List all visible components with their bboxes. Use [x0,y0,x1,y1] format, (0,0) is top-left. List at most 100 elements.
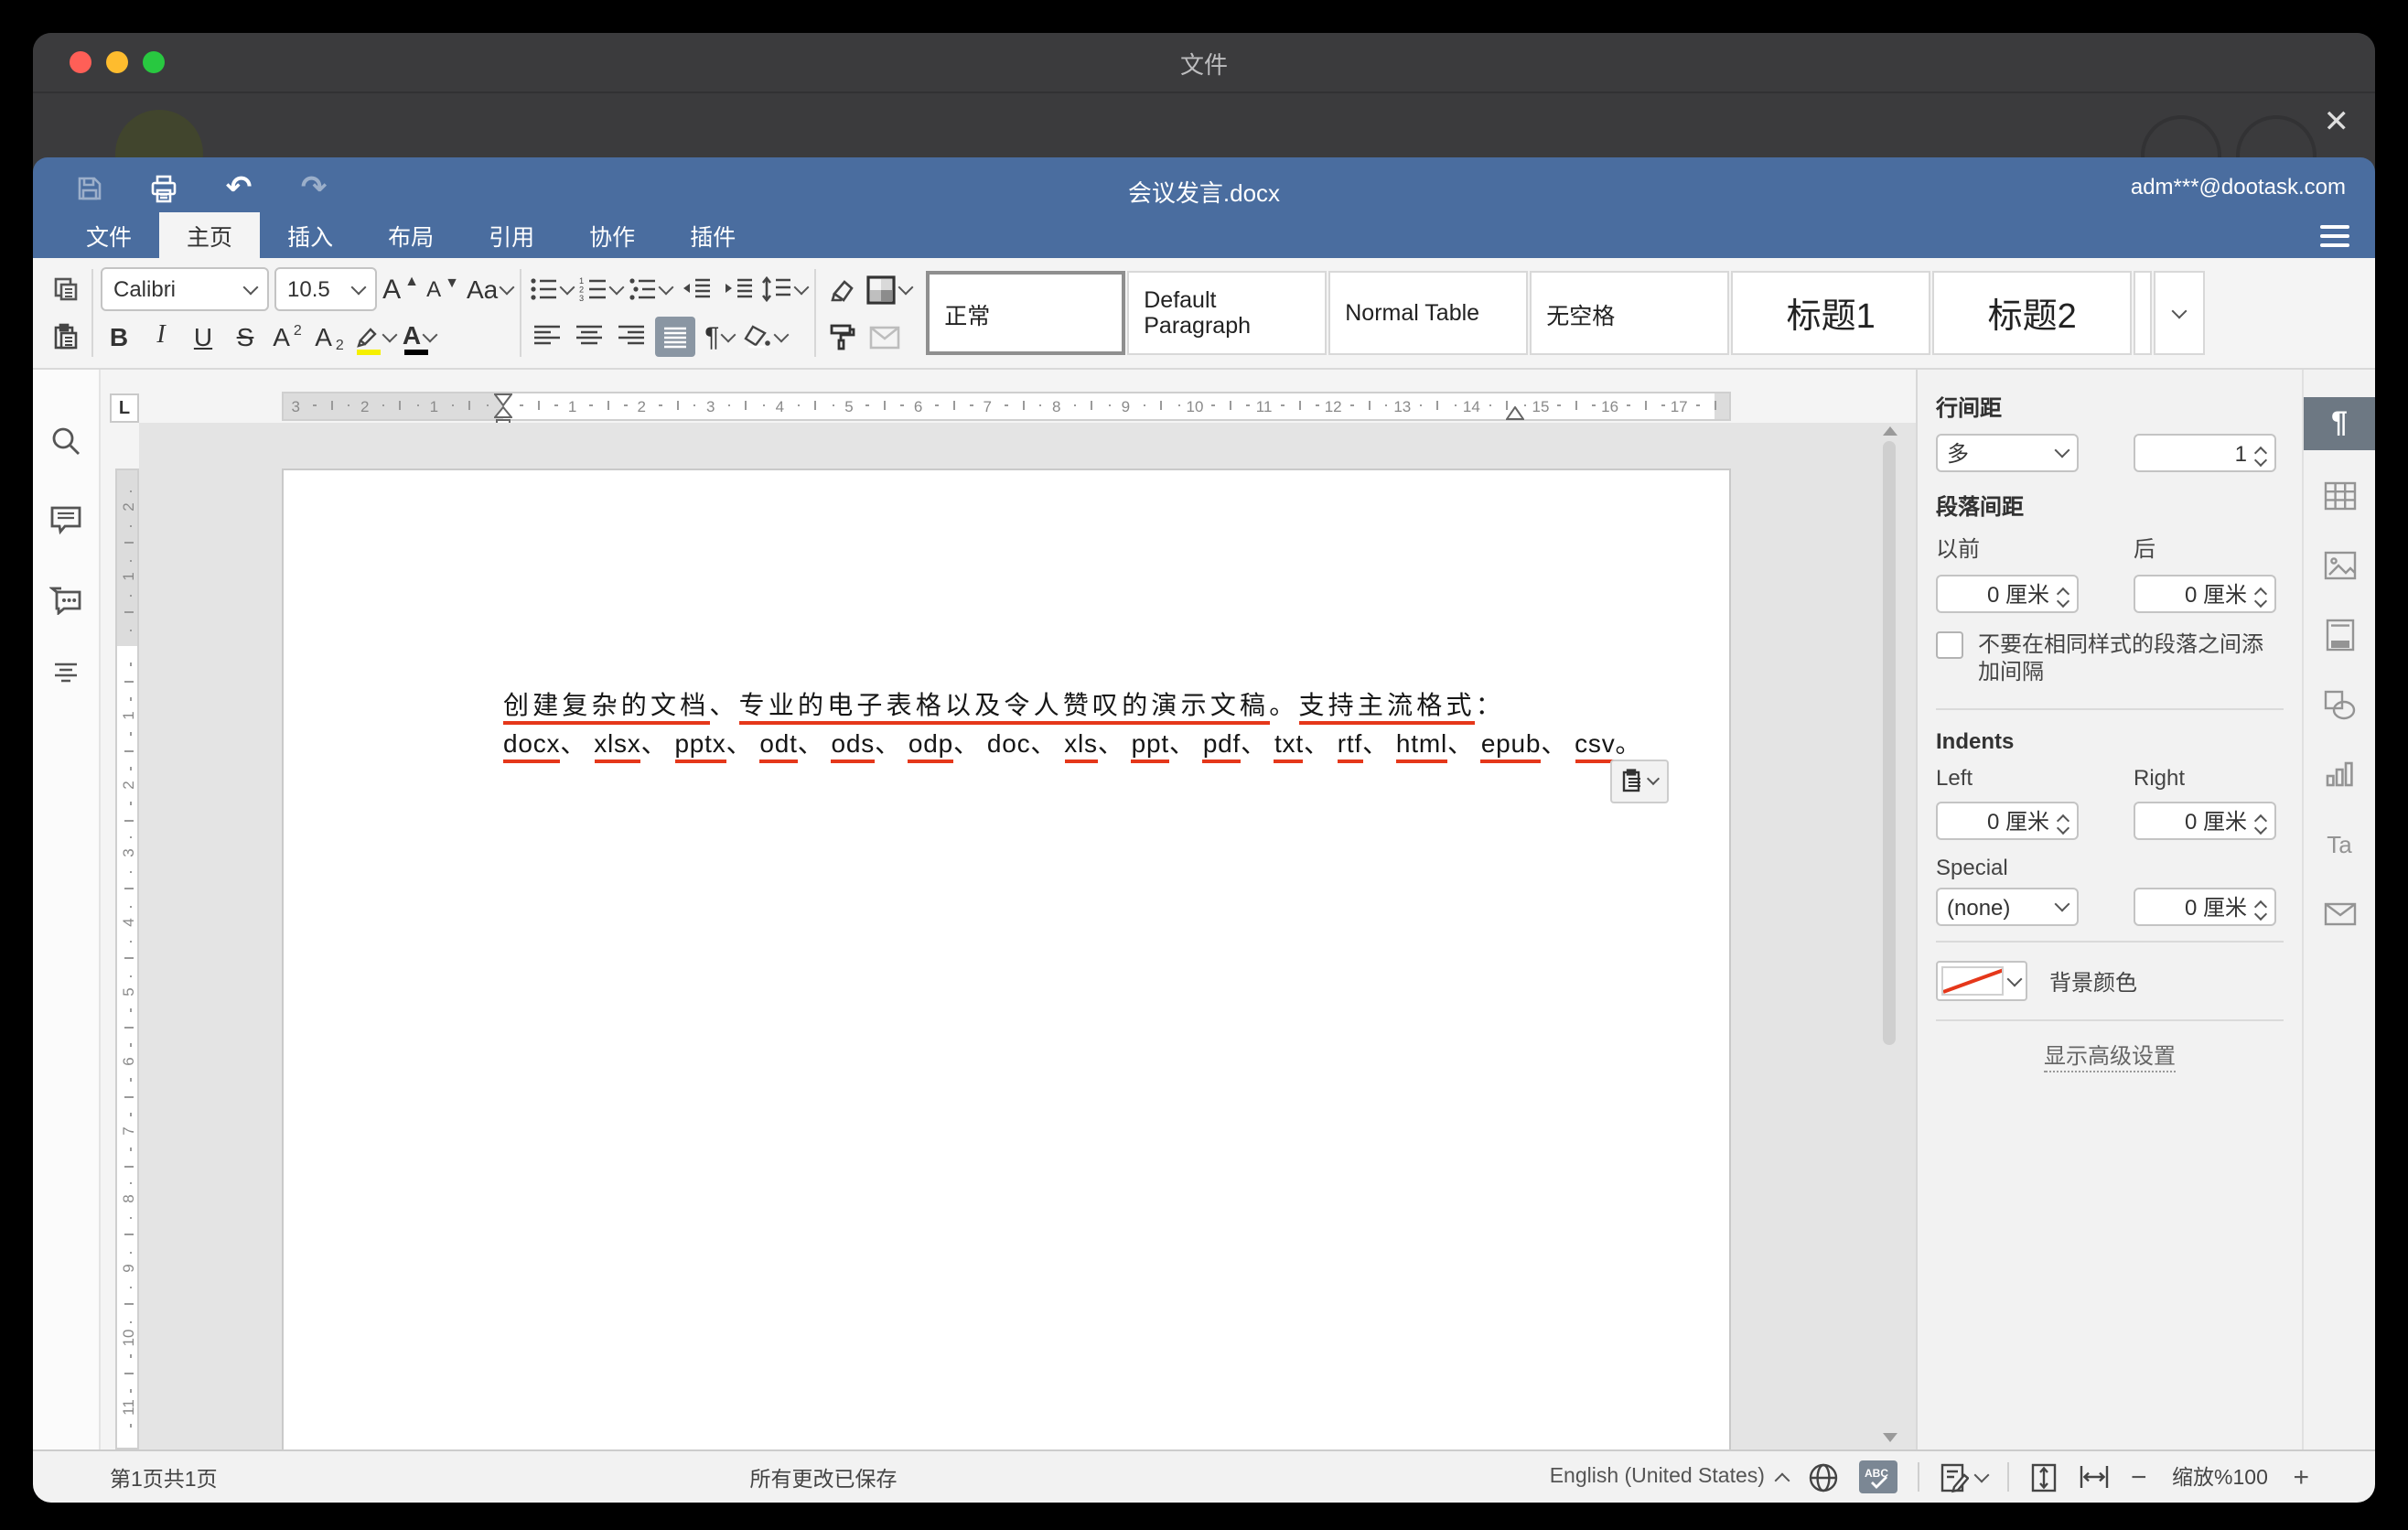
shading-button[interactable] [743,317,787,357]
scroll-down-icon[interactable] [1883,1433,1897,1442]
nonprinting-characters-button[interactable]: ¶ [701,317,737,357]
vertical-ruler[interactable]: 211234567891011 [115,469,139,1449]
line-spacing-button[interactable] [761,269,807,309]
paste-button[interactable] [48,317,84,357]
right-indent-marker[interactable] [1506,406,1524,421]
copy-style-button[interactable] [823,317,860,357]
align-right-button[interactable] [613,317,650,357]
search-icon[interactable] [49,425,82,458]
subscript-button[interactable]: A2 [311,317,348,357]
style-normal-table[interactable]: Normal Table [1328,271,1528,355]
borders-button[interactable] [865,269,911,309]
paragraph-settings-tab[interactable]: ¶ [2304,397,2375,450]
superscript-button[interactable]: A2 [269,317,306,357]
vertical-scrollbar[interactable] [1877,423,1901,1449]
image-settings-tab[interactable] [2304,531,2375,600]
header-footer-settings-tab[interactable] [2304,600,2375,670]
language-select[interactable]: English (United States) [1550,1466,1789,1488]
first-line-indent-marker[interactable] [494,393,512,406]
style-no-spacing[interactable]: 无空格 [1530,271,1729,355]
text-segment: ： [1476,690,1505,721]
align-justify-button[interactable] [655,317,695,357]
mail-merge-settings-tab[interactable] [2304,878,2375,948]
strikethrough-button[interactable]: S [227,317,263,357]
clear-style-button[interactable] [823,269,860,309]
multilevel-list-button[interactable] [628,269,672,309]
tab-file[interactable]: 文件 [59,212,159,258]
tab-layout[interactable]: 布局 [360,212,461,258]
line-spacing-value: 多 [1947,437,1969,469]
text-segment: txt [1274,728,1304,763]
increase-indent-button[interactable] [719,269,756,309]
no-spacing-between-checkbox[interactable] [1936,631,1963,659]
tab-references[interactable]: 引用 [461,212,562,258]
font-size-select[interactable]: 10.5 [274,267,377,311]
document-page[interactable]: 创建复杂的文档、专业的电子表格以及令人赞叹的演示文稿。支持主流格式： docx、… [282,469,1731,1449]
style-heading1[interactable]: 标题1 [1731,271,1930,355]
spacing-before-stepper[interactable]: 0 厘米 [1936,575,2079,613]
special-amount-stepper[interactable]: 0 厘米 [2134,888,2276,926]
style-default-paragraph[interactable]: Default Paragraph [1127,271,1327,355]
chart-settings-tab[interactable] [2304,739,2375,809]
zoom-in-button[interactable]: + [2293,1461,2309,1492]
document-language-icon[interactable] [1809,1461,1840,1492]
indent-right-stepper[interactable]: 0 厘米 [2134,802,2276,840]
line-spacing-amount-stepper[interactable]: 1 [2134,434,2276,472]
indent-left-label: Left [1936,765,2079,791]
bold-button[interactable]: B [101,317,137,357]
ruler-tick [124,611,134,613]
italic-button[interactable]: I [143,317,179,357]
tab-home[interactable]: 主页 [159,212,260,258]
shape-settings-tab[interactable] [2304,670,2375,739]
indent-left-stepper[interactable]: 0 厘米 [1936,802,2079,840]
align-center-button[interactable] [571,317,607,357]
paste-options-button[interactable] [1610,760,1669,803]
style-normal[interactable]: 正常 [926,271,1125,355]
textart-settings-tab[interactable]: Ta [2304,809,2375,878]
ruler-tick [746,401,747,410]
horizontal-ruler[interactable]: 3211234567891011121314151617 [282,392,1731,421]
style-heading2[interactable]: 标题2 [1932,271,2132,355]
background-color-swatch[interactable] [1936,961,2027,1001]
paragraph-line[interactable]: 创建复杂的文档、专业的电子表格以及令人赞叹的演示文稿。支持主流格式： [503,686,1505,723]
zoom-out-button[interactable]: − [2131,1461,2147,1492]
tab-plugins[interactable]: 插件 [662,212,763,258]
indent-right-label: Right [2134,765,2276,791]
highlight-color-button[interactable] [353,317,395,357]
paragraph-line[interactable]: docx、xlsx、pptx、odt、ods、odp、doc、xls、ppt、p… [503,725,1641,761]
navigation-icon[interactable] [49,661,82,694]
numbered-list-button[interactable]: 123 [578,269,622,309]
chat-icon[interactable] [49,582,82,615]
table-settings-tab[interactable] [2304,461,2375,531]
copy-button[interactable] [48,269,84,309]
scrollbar-thumb[interactable] [1883,441,1896,1045]
bullet-list-button[interactable] [529,269,573,309]
text-segment: ppt [1132,728,1169,763]
font-name-select[interactable]: Calibri [101,267,269,311]
change-case-button[interactable]: Aa [467,269,512,309]
special-select[interactable]: (none) [1936,888,2079,926]
comments-icon[interactable] [49,503,82,536]
style-gallery-expand-button[interactable] [2154,271,2205,355]
underline-button[interactable]: U [185,317,221,357]
spellcheck-toggle[interactable]: ABC [1860,1460,1898,1493]
font-color-button[interactable]: A [401,317,437,357]
mail-merge-button[interactable] [865,317,902,357]
menu-icon[interactable] [2320,225,2349,247]
align-left-button[interactable] [529,317,565,357]
decrease-font-button[interactable]: A▼ [425,269,461,309]
show-advanced-settings-link[interactable]: 显示高级设置 [1936,1040,2284,1071]
fit-to-width-button[interactable] [2080,1464,2111,1490]
scroll-up-icon[interactable] [1883,426,1897,436]
tab-stop-selector[interactable]: L [110,393,139,423]
tab-insert[interactable]: 插入 [260,212,360,258]
document-canvas[interactable]: 创建复杂的文档、专业的电子表格以及令人赞叹的演示文稿。支持主流格式： docx、… [139,423,1916,1449]
close-icon[interactable]: ✕ [2324,104,2350,141]
decrease-indent-button[interactable] [677,269,714,309]
tab-collaboration[interactable]: 协作 [562,212,662,258]
spacing-after-stepper[interactable]: 0 厘米 [2134,575,2276,613]
fit-to-page-button[interactable] [2030,1461,2059,1492]
track-changes-toggle[interactable] [1940,1461,1988,1492]
increase-font-button[interactable]: A▲ [382,269,419,309]
line-spacing-select[interactable]: 多 [1936,434,2079,472]
